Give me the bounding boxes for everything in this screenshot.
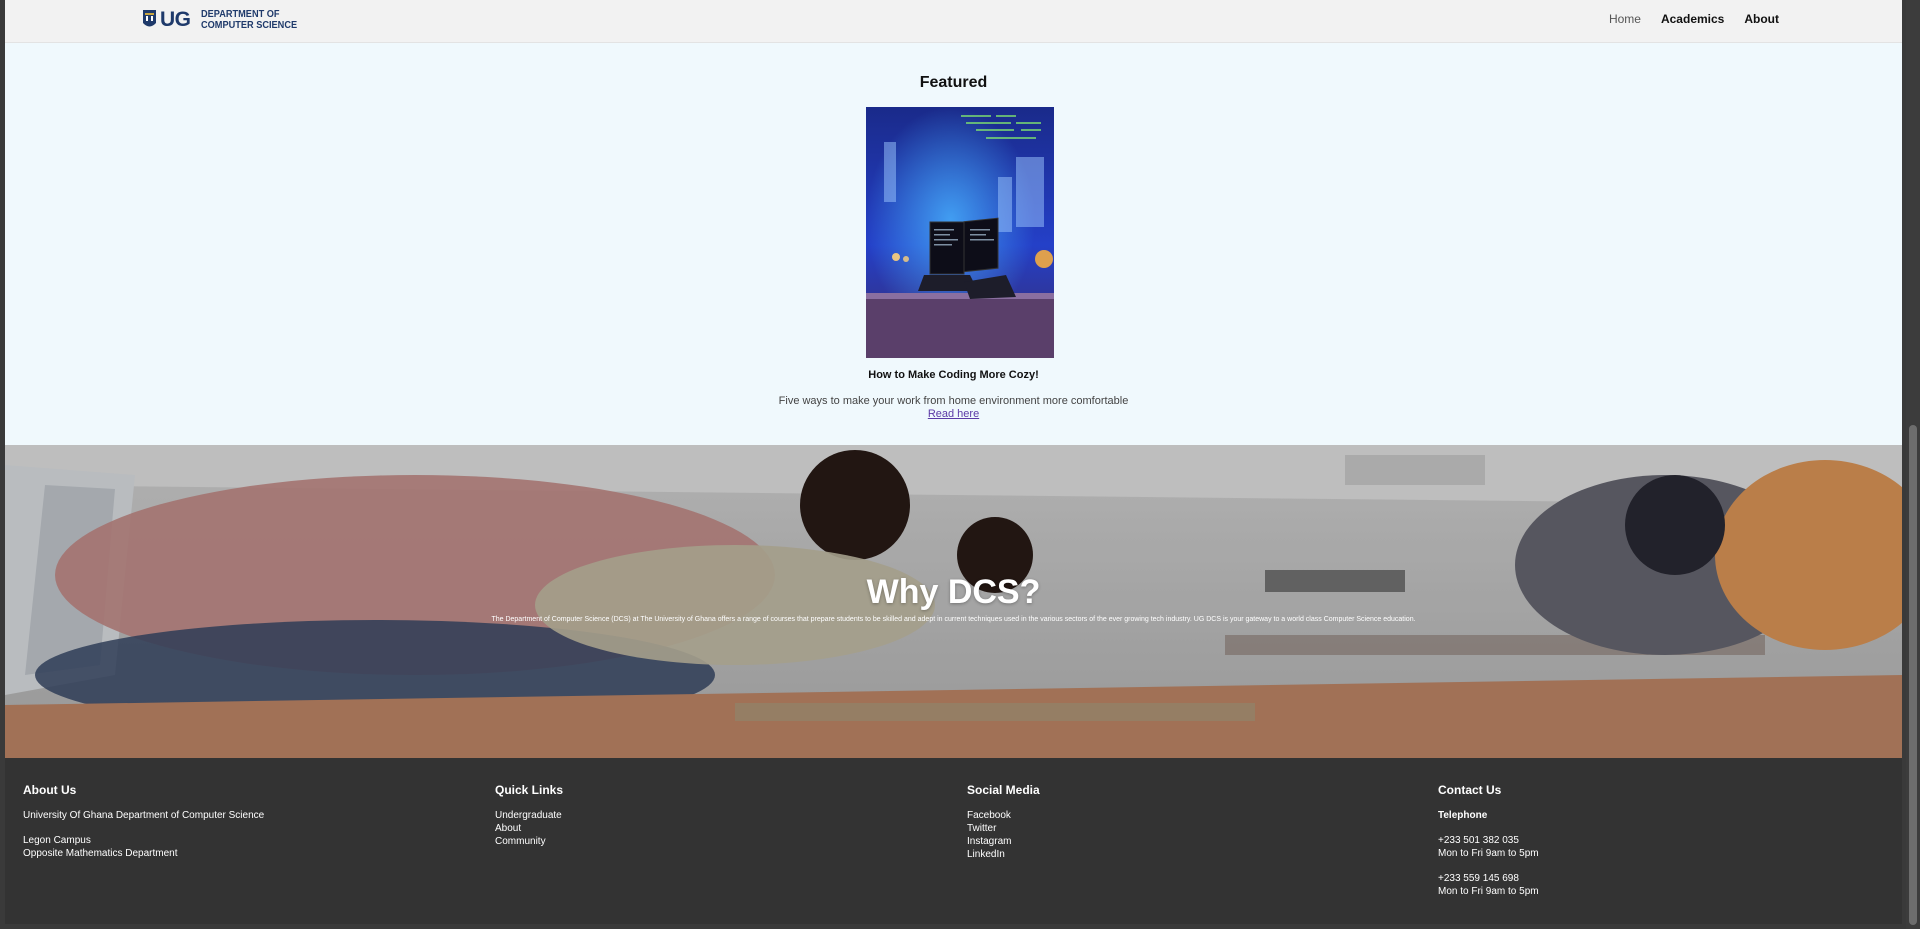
- scrollbar-thumb[interactable]: [1909, 425, 1917, 925]
- main-nav: Home Academics About: [1599, 0, 1789, 38]
- read-here-link[interactable]: Read here: [928, 408, 979, 420]
- why-dcs-description: The Department of Computer Science (DCS)…: [491, 616, 1416, 623]
- logo-department-text: DEPARTMENT OF COMPUTER SCIENCE: [201, 9, 297, 31]
- featured-section: Featured How to Make Coding More Cozy! F…: [5, 42, 1902, 445]
- footer-about-location: Opposite Mathematics Department: [23, 848, 178, 859]
- footer-hours-1: Mon to Fri 9am to 5pm: [1438, 848, 1539, 859]
- footer: About Us University Of Ghana Department …: [5, 758, 1902, 924]
- why-dcs-section: Why DCS? The Department of Computer Scie…: [5, 445, 1902, 758]
- footer-link-community[interactable]: Community: [495, 835, 563, 848]
- footer-about-campus: Legon Campus: [23, 835, 91, 846]
- footer-about: About Us University Of Ghana Department …: [23, 784, 264, 860]
- footer-link-about[interactable]: About: [495, 822, 563, 835]
- page-scrollbar[interactable]: [1906, 0, 1920, 929]
- logo-ug-text: UG: [160, 8, 191, 31]
- footer-link-undergraduate[interactable]: Undergraduate: [495, 809, 563, 822]
- logo-line2: COMPUTER SCIENCE: [200, 20, 297, 31]
- footer-hours-2: Mon to Fri 9am to 5pm: [1438, 886, 1539, 897]
- featured-post-description: Five ways to make your work from home en…: [778, 395, 1129, 407]
- nav-home[interactable]: Home: [1599, 12, 1651, 26]
- logo-line1: DEPARTMENT OF: [200, 9, 280, 20]
- footer-link-linkedin[interactable]: LinkedIn: [967, 848, 1040, 861]
- why-dcs-title: Why DCS?: [866, 573, 1041, 611]
- footer-telephone-label: Telephone: [1438, 810, 1488, 821]
- page: UG DEPARTMENT OF COMPUTER SCIENCE Home A…: [5, 0, 1902, 924]
- footer-social-heading: Social Media: [967, 783, 1040, 797]
- footer-link-facebook[interactable]: Facebook: [967, 809, 1040, 822]
- footer-link-twitter[interactable]: Twitter: [967, 822, 1040, 835]
- footer-quick-links: Quick Links Undergraduate About Communit…: [495, 784, 563, 848]
- nav-academics[interactable]: Academics: [1651, 12, 1734, 26]
- laptops-with-code-icon: [866, 107, 1054, 358]
- footer-about-heading: About Us: [23, 783, 77, 797]
- navbar: UG DEPARTMENT OF COMPUTER SCIENCE Home A…: [5, 0, 1902, 43]
- nav-about[interactable]: About: [1734, 12, 1789, 26]
- footer-quick-links-heading: Quick Links: [495, 783, 564, 797]
- featured-heading: Featured: [919, 74, 988, 91]
- footer-contact: Contact Us Telephone +233 501 382 035 Mo…: [1438, 784, 1539, 898]
- featured-post-image[interactable]: [866, 107, 1054, 358]
- ug-dcs-logo[interactable]: UG DEPARTMENT OF COMPUTER SCIENCE: [142, 6, 305, 34]
- footer-contact-heading: Contact Us: [1438, 783, 1502, 797]
- footer-phone-2: +233 559 145 698: [1438, 873, 1519, 884]
- footer-about-name: University Of Ghana Department of Comput…: [23, 810, 265, 821]
- footer-social: Social Media Facebook Twitter Instagram …: [967, 784, 1040, 861]
- footer-phone-1: +233 501 382 035: [1438, 835, 1519, 846]
- footer-link-instagram[interactable]: Instagram: [967, 835, 1040, 848]
- ug-crest-icon: [143, 10, 156, 27]
- featured-post-title: How to Make Coding More Cozy!: [868, 369, 1039, 381]
